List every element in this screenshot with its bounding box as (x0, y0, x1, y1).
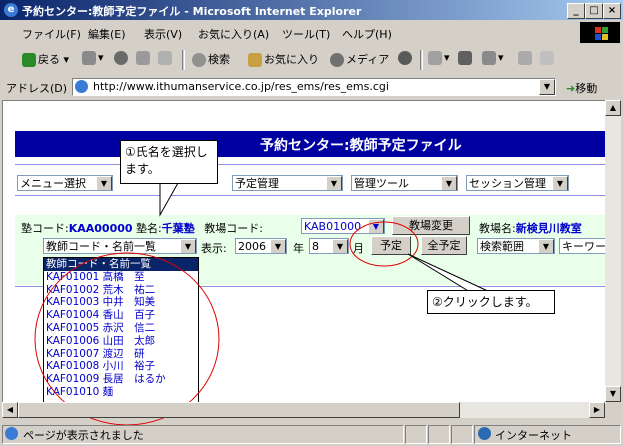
status-panel (428, 425, 450, 444)
scroll-down-icon[interactable]: ▼ (605, 386, 621, 402)
scroll-up-icon[interactable]: ▲ (605, 100, 621, 116)
scroll-left-icon[interactable]: ◀ (2, 402, 18, 418)
highlight-circle-list (34, 252, 220, 426)
callout-pointer-two (407, 253, 491, 293)
status-panel (405, 425, 427, 444)
callout-click: ②クリックします。 (427, 290, 555, 314)
status-bar: ページが表示されました インターネット (0, 422, 623, 446)
scroll-right-icon[interactable]: ▶ (589, 402, 605, 418)
highlight-circle-button (349, 221, 419, 267)
annotation-overlay (34, 182, 491, 426)
status-text-area: ページが表示されました (2, 425, 404, 444)
zone-area: インターネット (474, 425, 621, 444)
callout-select-name: ①氏名を選択します。 (120, 140, 218, 184)
zone-text: インターネット (495, 429, 572, 442)
horizontal-scrollbar[interactable]: ◀ ▶ (2, 402, 605, 418)
scroll-thumb[interactable] (18, 402, 460, 418)
callout-pointer-one (159, 182, 179, 217)
status-panel (451, 425, 473, 444)
vertical-scrollbar[interactable]: ▲ ▼ (605, 100, 621, 402)
page-icon (5, 427, 18, 440)
status-text: ページが表示されました (23, 429, 144, 442)
globe-icon (478, 427, 491, 440)
